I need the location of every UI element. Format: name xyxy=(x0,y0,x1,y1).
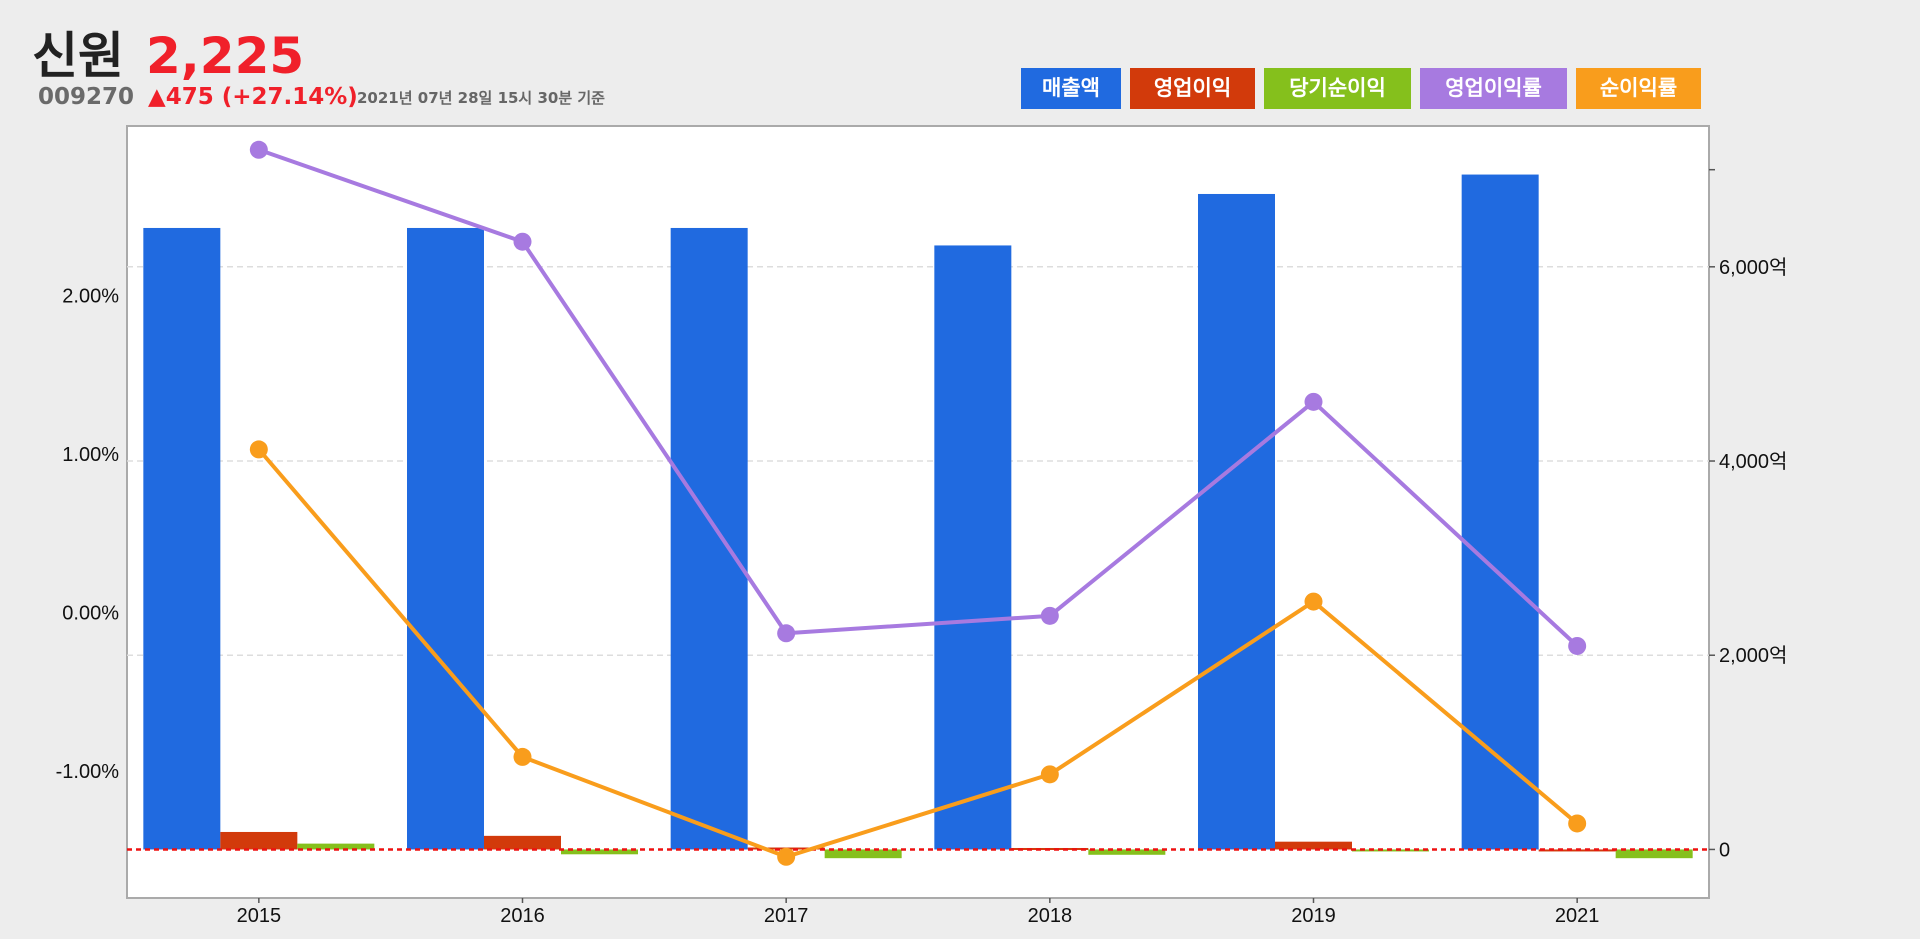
bar-2016-2 xyxy=(484,835,561,850)
point-2021-line2 xyxy=(1568,814,1587,833)
point-2021-line1 xyxy=(1568,636,1587,655)
point-2019-line2 xyxy=(1304,592,1323,611)
bar-2015-1 xyxy=(143,227,221,850)
x-axis-label-2015: 2015 xyxy=(237,905,282,927)
point-2019-line1 xyxy=(1304,392,1323,411)
left-axis-tick-label: 2.00% xyxy=(62,286,119,308)
point-2015-line1 xyxy=(249,140,268,159)
left-axis-tick-label: 0.00% xyxy=(62,603,119,625)
bar-2017-1 xyxy=(670,227,748,850)
financial-chart: 0 2,000억 4,000억 6,000억 -1.00% 0.00% 1.00% 2.00%… xyxy=(56,125,1787,927)
bar-2016-1 xyxy=(407,227,484,850)
point-2018-line1 xyxy=(1040,606,1059,625)
x-axis-label-2018: 2018 xyxy=(1028,905,1073,927)
x-axis-label-2016: 2016 xyxy=(500,905,545,927)
bar-2021-1 xyxy=(1461,174,1539,850)
bar-2018-1 xyxy=(934,245,1012,850)
left-axis-tick-label: 1.00% xyxy=(62,444,119,466)
left-axis-tick-label: -1.00% xyxy=(56,761,120,783)
point-2016-line1 xyxy=(513,232,532,251)
right-axis-tick-label: 0 xyxy=(1719,839,1730,861)
point-2017-line2 xyxy=(777,847,796,866)
x-axis-label-2019: 2019 xyxy=(1291,905,1336,927)
point-2018-line2 xyxy=(1040,765,1059,784)
bar-2021-3 xyxy=(1615,849,1693,859)
right-axis-tick-label: 2,000억 xyxy=(1719,644,1787,667)
bar-2019-2 xyxy=(1275,841,1352,850)
point-2016-line2 xyxy=(513,747,532,766)
right-axis-tick-label: 4,000억 xyxy=(1719,450,1787,473)
bar-2015-2 xyxy=(220,831,298,850)
point-2015-line2 xyxy=(249,440,268,459)
x-axis-label-2021: 2021 xyxy=(1555,905,1600,927)
bar-2017-3 xyxy=(824,849,902,859)
bar-2019-1 xyxy=(1198,193,1275,850)
right-axis-tick-label: 6,000억 xyxy=(1719,256,1787,279)
point-2017-line1 xyxy=(777,624,796,643)
x-axis-label-2017: 2017 xyxy=(764,905,809,927)
